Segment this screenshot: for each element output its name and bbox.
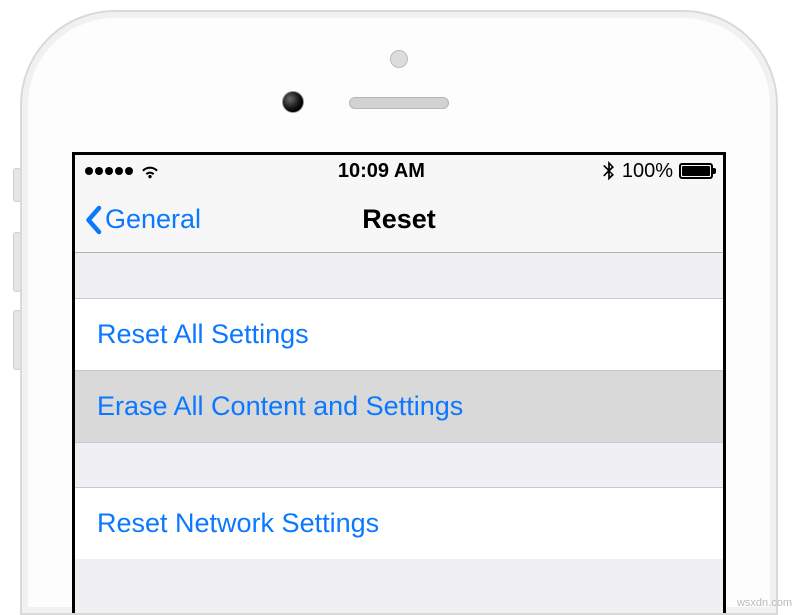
erase-all-content-cell[interactable]: Erase All Content and Settings xyxy=(75,371,723,442)
chevron-left-icon xyxy=(83,205,103,235)
nav-bar: General Reset xyxy=(75,187,723,253)
status-right: 100% xyxy=(602,160,713,183)
signal-dots-icon xyxy=(85,167,133,175)
front-camera xyxy=(282,91,304,113)
back-button[interactable]: General xyxy=(75,204,201,235)
phone-frame: 10:09 AM 100% General Reset Reset All Se… xyxy=(20,10,778,615)
wifi-icon xyxy=(139,160,161,182)
battery-percent: 100% xyxy=(622,160,673,183)
watermark: wsxdn.com xyxy=(737,597,792,609)
proximity-sensor xyxy=(390,50,408,68)
section-gap xyxy=(75,253,723,299)
cell-label: Reset All Settings xyxy=(97,319,309,349)
status-left xyxy=(85,160,161,182)
status-bar: 10:09 AM 100% xyxy=(75,155,723,187)
reset-all-settings-cell[interactable]: Reset All Settings xyxy=(75,299,723,371)
battery-icon xyxy=(679,163,713,179)
cell-label: Erase All Content and Settings xyxy=(97,391,463,421)
earpiece-speaker xyxy=(349,97,449,109)
screen: 10:09 AM 100% General Reset Reset All Se… xyxy=(72,152,726,613)
back-button-label: General xyxy=(105,204,201,235)
bluetooth-icon xyxy=(602,161,616,181)
section-gap xyxy=(75,442,723,488)
reset-network-settings-cell[interactable]: Reset Network Settings xyxy=(75,488,723,559)
cell-label: Reset Network Settings xyxy=(97,508,379,538)
status-time: 10:09 AM xyxy=(338,160,425,183)
